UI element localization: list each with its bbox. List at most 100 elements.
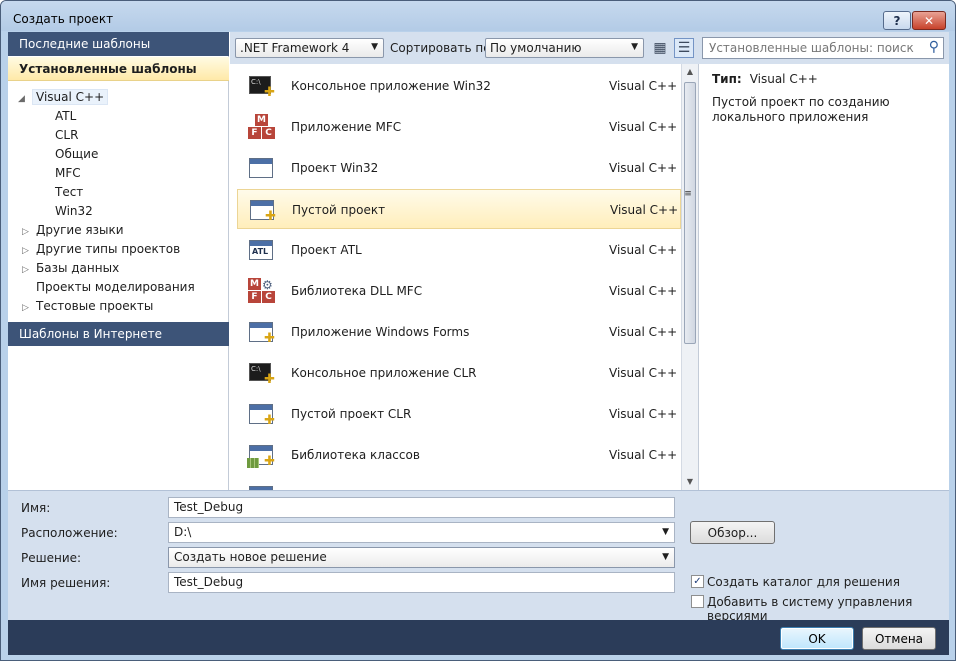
small-icons-view-button[interactable]: ▦ bbox=[650, 38, 670, 58]
search-icon[interactable]: ⚲ bbox=[929, 39, 939, 55]
name-input[interactable]: Test_Debug bbox=[168, 497, 675, 518]
clr-empty-icon: ✚ bbox=[247, 401, 275, 427]
type-value: Visual C++ bbox=[749, 72, 818, 86]
chevron-down-icon: ▼ bbox=[631, 42, 638, 52]
ok-button[interactable]: OK bbox=[780, 627, 854, 650]
template-description: Пустой проект по созданию локального при… bbox=[712, 95, 890, 124]
template-row[interactable]: M F C ⚙ Библиотека DLL MFC Visual C++ bbox=[237, 271, 681, 311]
sort-select[interactable]: По умолчанию ▼ bbox=[485, 38, 644, 58]
browse-button[interactable]: Обзор... bbox=[690, 521, 775, 544]
template-list-scrollbar[interactable]: ▲ ≡ ▼ bbox=[681, 64, 698, 490]
list-view-button[interactable]: ☰ bbox=[674, 38, 694, 58]
location-label: Расположение: bbox=[21, 526, 118, 540]
list-view-icon: ☰ bbox=[677, 40, 691, 56]
location-value: D:\ bbox=[174, 525, 192, 539]
template-language: Visual C++ bbox=[609, 161, 678, 175]
tree-item-clr[interactable]: CLR bbox=[55, 128, 78, 146]
template-row[interactable]: ✚ Библиотека классов Visual C++ bbox=[237, 435, 681, 475]
collapsed-triangle-icon[interactable]: ▷ bbox=[22, 303, 36, 313]
tree-item-atl[interactable]: ATL bbox=[55, 109, 76, 127]
installed-templates-header[interactable]: Установленные шаблоны bbox=[8, 57, 229, 81]
template-row[interactable]: ✚ Пустой проект CLR Visual C++ bbox=[237, 394, 681, 434]
solution-name-label: Имя решения: bbox=[21, 576, 111, 590]
template-name: Консольное приложение CLR bbox=[291, 366, 477, 380]
template-icon bbox=[247, 483, 275, 490]
template-language: Visual C++ bbox=[610, 203, 679, 217]
template-language: Visual C++ bbox=[609, 325, 678, 339]
template-row[interactable]: C:\ ✚ Консольное приложение Win32 Visual … bbox=[237, 66, 681, 106]
scroll-up-icon[interactable]: ▲ bbox=[682, 64, 698, 80]
close-button[interactable]: ✕ bbox=[912, 11, 946, 30]
scroll-down-icon[interactable]: ▼ bbox=[682, 474, 698, 490]
template-row-partial[interactable] bbox=[237, 476, 681, 490]
template-row[interactable]: ✚ Приложение Windows Forms Visual C++ bbox=[237, 312, 681, 352]
tree-item-visual-cpp[interactable]: ◢ Visual C++ bbox=[18, 89, 109, 108]
create-directory-checkbox[interactable]: ✓ bbox=[691, 575, 704, 588]
template-list: C:\ ✚ Консольное приложение Win32 Visual … bbox=[230, 64, 681, 490]
template-name: Библиотека классов bbox=[291, 448, 420, 462]
template-type: Тип: Visual C++ bbox=[712, 72, 818, 86]
help-button[interactable]: ? bbox=[883, 11, 911, 30]
template-language: Visual C++ bbox=[609, 120, 678, 134]
template-details-panel: Тип: Visual C++ Пустой проект по созданию… bbox=[698, 64, 949, 490]
template-language: Visual C++ bbox=[609, 366, 678, 380]
collapsed-triangle-icon[interactable]: ▷ bbox=[22, 227, 36, 237]
template-row-selected[interactable]: ✚ Пустой проект Visual C++ bbox=[237, 189, 681, 229]
tree-item-other-languages[interactable]: ▷ Другие языки bbox=[22, 223, 124, 241]
template-name: Пустой проект CLR bbox=[291, 407, 412, 421]
online-templates-header[interactable]: Шаблоны в Интернете bbox=[8, 322, 229, 346]
dialog-client: Последние шаблоны Установленные шаблоны … bbox=[8, 32, 949, 655]
window-icon bbox=[247, 155, 275, 181]
template-toolbar: .NET Framework 4 ▼ Сортировать по: По ум… bbox=[230, 32, 949, 64]
sort-value: По умолчанию bbox=[490, 41, 582, 55]
template-language: Visual C++ bbox=[609, 407, 678, 421]
add-source-control-label[interactable]: Добавить в систему управления версиями bbox=[707, 595, 949, 623]
tree-item-modeling-projects[interactable]: Проекты моделирования bbox=[36, 280, 195, 298]
template-categories-panel: Последние шаблоны Установленные шаблоны … bbox=[8, 32, 229, 490]
collapsed-triangle-icon[interactable]: ▷ bbox=[22, 265, 36, 275]
framework-value: .NET Framework 4 bbox=[240, 41, 350, 55]
template-name: Приложение MFC bbox=[291, 120, 402, 134]
project-settings-form: Имя: Test_Debug Расположение: D:\ ▼ Обзо… bbox=[8, 490, 949, 623]
recent-templates-header[interactable]: Последние шаблоны bbox=[8, 32, 229, 56]
tree-item-other-project-types[interactable]: ▷ Другие типы проектов bbox=[22, 242, 180, 260]
template-language: Visual C++ bbox=[609, 243, 678, 257]
template-name: Проект Win32 bbox=[291, 161, 379, 175]
expanded-triangle-icon[interactable]: ◢ bbox=[18, 94, 32, 104]
tree-item-mfc[interactable]: MFC bbox=[55, 166, 81, 184]
console-icon: C:\ ✚ bbox=[249, 76, 275, 100]
template-name: Проект ATL bbox=[291, 243, 362, 257]
template-name: Пустой проект bbox=[292, 203, 386, 217]
create-directory-label[interactable]: Создать каталог для решения bbox=[707, 575, 900, 589]
search-placeholder: Установленные шаблоны: поиск bbox=[709, 41, 914, 55]
solution-value: Создать новое решение bbox=[174, 550, 327, 564]
tree-item-test-projects[interactable]: ▷ Тестовые проекты bbox=[22, 299, 153, 317]
solution-name-input[interactable]: Test_Debug bbox=[168, 572, 675, 593]
scrollbar-thumb[interactable] bbox=[684, 82, 696, 344]
template-language: Visual C++ bbox=[609, 448, 678, 462]
name-label: Имя: bbox=[21, 501, 51, 515]
tree-item-win32[interactable]: Win32 bbox=[55, 204, 93, 222]
add-source-control-checkbox[interactable] bbox=[691, 595, 704, 608]
template-row[interactable]: C:\ ✚ Консольное приложение CLR Visual C+… bbox=[237, 353, 681, 393]
sort-label: Сортировать по: bbox=[390, 41, 495, 55]
template-row[interactable]: M F C Приложение MFC Visual C++ bbox=[237, 107, 681, 147]
tree-item-test[interactable]: Тест bbox=[55, 185, 83, 203]
template-row[interactable]: ATL Проект ATL Visual C++ bbox=[237, 230, 681, 270]
template-language: Visual C++ bbox=[609, 79, 678, 93]
tree-item-general[interactable]: Общие bbox=[55, 147, 98, 165]
location-combo[interactable]: D:\ ▼ bbox=[168, 522, 675, 543]
tree-item-databases[interactable]: ▷ Базы данных bbox=[22, 261, 119, 279]
solution-select[interactable]: Создать новое решение ▼ bbox=[168, 547, 675, 568]
windows-forms-icon: ✚ bbox=[247, 319, 275, 345]
framework-select[interactable]: .NET Framework 4 ▼ bbox=[235, 38, 384, 58]
grip-icon: ≡ bbox=[684, 189, 692, 199]
title-bar: Создать проект ? ✕ bbox=[1, 1, 955, 31]
template-row[interactable]: Проект Win32 Visual C++ bbox=[237, 148, 681, 188]
chevron-down-icon[interactable]: ▼ bbox=[662, 527, 669, 537]
template-search-input[interactable]: Установленные шаблоны: поиск ⚲ bbox=[702, 37, 944, 59]
tree-item-label: Visual C++ bbox=[32, 89, 109, 105]
tree-item-label: Другие языки bbox=[36, 223, 124, 237]
collapsed-triangle-icon[interactable]: ▷ bbox=[22, 246, 36, 256]
cancel-button[interactable]: Отмена bbox=[862, 627, 936, 650]
